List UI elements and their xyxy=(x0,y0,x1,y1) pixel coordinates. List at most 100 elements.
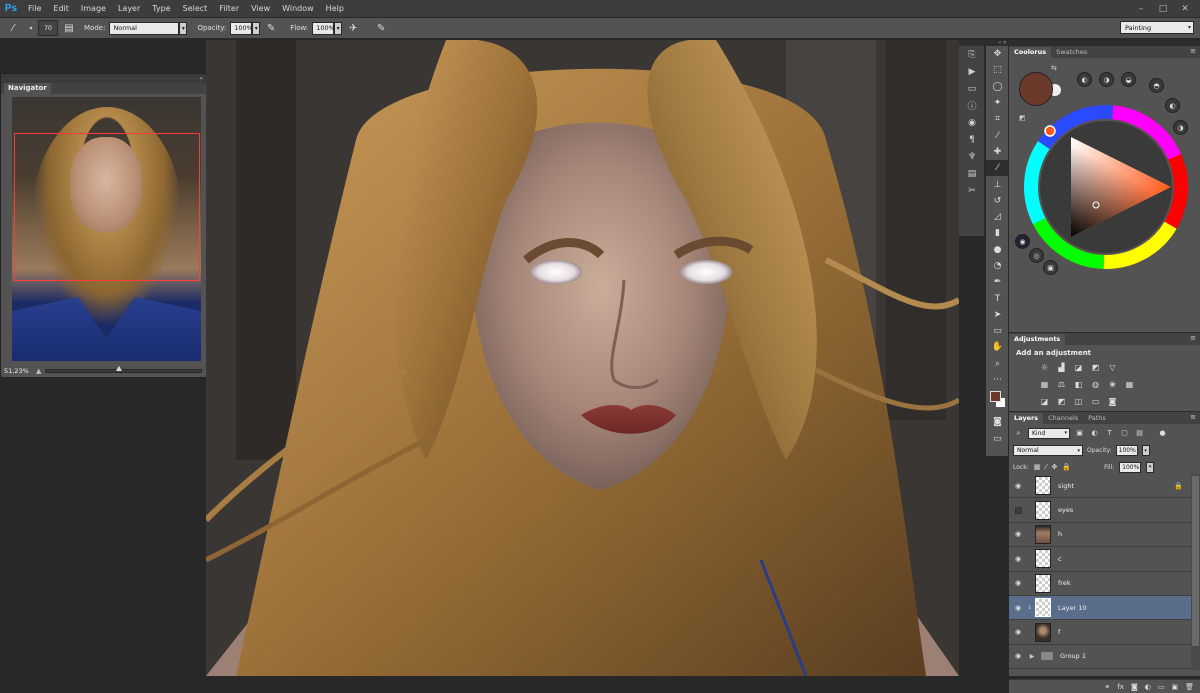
screen-mode-icon[interactable]: ▭ xyxy=(986,431,1009,447)
menu-select[interactable]: Select xyxy=(177,0,214,18)
blur-tool-icon[interactable]: ● xyxy=(986,242,1009,258)
marquee-tool-icon[interactable]: ⬚ xyxy=(986,62,1009,78)
healing-brush-tool-icon[interactable]: ✚ xyxy=(986,144,1009,160)
tab-layers[interactable]: Layers xyxy=(1009,413,1044,424)
layer-row-sight[interactable]: ◉ sight 🔒 xyxy=(1009,474,1191,499)
filter-adjustment-icon[interactable]: ◐ xyxy=(1089,429,1100,437)
eye-icon[interactable]: ◉ xyxy=(1009,604,1027,612)
eye-icon[interactable]: ◉ xyxy=(1009,652,1027,660)
tab-navigator[interactable]: Navigator xyxy=(4,83,51,94)
filter-pixel-icon[interactable]: ▣ xyxy=(1074,429,1085,437)
gradient-map-icon[interactable]: ▭ xyxy=(1088,395,1103,408)
tab-adjustments[interactable]: Adjustments xyxy=(1009,334,1066,345)
invert-icon[interactable]: ◪ xyxy=(1037,395,1052,408)
opacity-field[interactable]: 100% xyxy=(230,21,253,35)
tab-channels[interactable]: Channels xyxy=(1043,413,1083,424)
channel-mixer-icon[interactable]: ❀ xyxy=(1105,378,1120,391)
color-balance-icon[interactable]: ⚖ xyxy=(1054,378,1069,391)
zoom-tool-icon[interactable]: ⌕ xyxy=(986,356,1009,372)
history-brush-tool-icon[interactable]: ↺ xyxy=(986,193,1009,209)
info-icon[interactable]: ⓘ xyxy=(959,97,985,114)
chevron-down-icon[interactable]: ▾ xyxy=(24,21,38,35)
tab-swatches[interactable]: Swatches xyxy=(1051,47,1092,58)
new-layer-icon[interactable]: ▣ xyxy=(1171,683,1178,691)
layer-row-c[interactable]: ◉ c xyxy=(1009,547,1191,572)
color-wheel[interactable] xyxy=(1021,102,1191,272)
clone-source-icon[interactable]: ✂ xyxy=(959,182,985,199)
tool-presets-icon[interactable]: ▤ xyxy=(959,165,985,182)
navigator-zoom-slider[interactable] xyxy=(45,366,202,373)
eye-icon[interactable]: ◉ xyxy=(1009,555,1027,563)
panel-menu-icon[interactable]: ≡ xyxy=(1190,413,1196,421)
link-layers-icon[interactable]: ⚭ xyxy=(1104,683,1110,691)
layer-style-icon[interactable]: fx xyxy=(1117,683,1124,691)
navigator-collapse-strip[interactable]: « ✕ xyxy=(1,74,214,83)
filter-shape-icon[interactable]: ▢ xyxy=(1119,429,1130,437)
filter-smart-object-icon[interactable]: ▤ xyxy=(1134,429,1145,437)
rectangle-tool-icon[interactable]: ▭ xyxy=(986,323,1009,339)
pressure-size-icon[interactable]: ✎ xyxy=(374,21,388,35)
filter-toggle-icon[interactable]: ● xyxy=(1157,429,1168,437)
menu-edit[interactable]: Edit xyxy=(47,0,75,18)
panel-menu-icon[interactable]: ≡ xyxy=(1190,47,1196,55)
layers-scrollbar[interactable] xyxy=(1191,474,1200,670)
brush-size-preset[interactable]: 70 xyxy=(38,20,58,36)
visibility-toggle[interactable] xyxy=(1009,506,1027,514)
clone-stamp-tool-icon[interactable]: ⊥ xyxy=(986,176,1009,192)
new-group-icon[interactable]: ▭ xyxy=(1158,683,1165,691)
color-swatches[interactable] xyxy=(986,388,1009,414)
layer-opacity-dropdown-icon[interactable]: ▾ xyxy=(1141,445,1150,456)
swap-colors-icon[interactable]: ⇆ xyxy=(1051,64,1057,72)
tab-coolorus[interactable]: Coolorus xyxy=(1009,47,1052,58)
panel-menu-icon[interactable]: ≡ xyxy=(1190,334,1196,342)
coolorus-mode-icon-4[interactable]: ◓ xyxy=(1149,78,1164,93)
hand-tool-icon[interactable]: ✋ xyxy=(986,339,1009,355)
close-icon[interactable]: ✕ xyxy=(1174,0,1196,18)
paragraph-icon[interactable]: ¶ xyxy=(959,131,985,148)
lock-transparency-icon[interactable]: ▦ xyxy=(1034,463,1041,471)
menu-filter[interactable]: Filter xyxy=(213,0,245,18)
eye-icon[interactable]: ◉ xyxy=(1009,482,1027,490)
workspace-select[interactable]: Painting ▾ xyxy=(1120,21,1194,34)
layer-row-layer-10[interactable]: ◉ ↓ Layer 10 xyxy=(1009,595,1191,621)
blend-mode-select[interactable]: Normal ▾ xyxy=(1013,445,1083,456)
brush-tool-icon[interactable]: ⁄ xyxy=(6,21,20,35)
coolorus-mode-icon-3[interactable]: ◒ xyxy=(1121,72,1136,87)
mode-select[interactable]: Normal xyxy=(109,21,180,35)
filter-type-icon[interactable]: T xyxy=(1104,429,1115,437)
hue-saturation-icon[interactable]: ▦ xyxy=(1037,378,1052,391)
document-canvas[interactable] xyxy=(206,40,959,676)
photo-filter-icon[interactable]: ◍ xyxy=(1088,378,1103,391)
move-tool-icon[interactable]: ✥ xyxy=(986,46,1009,62)
eyedropper-tool-icon[interactable]: ⁄ xyxy=(986,127,1009,143)
menu-view[interactable]: View xyxy=(245,0,276,18)
crop-tool-icon[interactable]: ⌗ xyxy=(986,111,1009,127)
lasso-tool-icon[interactable]: ◯ xyxy=(986,79,1009,95)
lock-position-icon[interactable]: ✥ xyxy=(1052,463,1058,471)
eye-icon[interactable]: ◉ xyxy=(1009,579,1027,587)
opacity-dropdown-icon[interactable]: ▾ xyxy=(252,21,261,35)
gradient-tool-icon[interactable]: ▮ xyxy=(986,225,1009,241)
eraser-tool-icon[interactable]: ◿ xyxy=(986,209,1009,225)
path-selection-tool-icon[interactable]: ➤ xyxy=(986,307,1009,323)
filter-kind-select[interactable]: Kind ▾ xyxy=(1028,427,1070,439)
black-white-icon[interactable]: ◧ xyxy=(1071,378,1086,391)
expand-arrow-icon[interactable]: ▶ xyxy=(1027,653,1037,660)
brush-tool-icon[interactable]: ⁄ xyxy=(986,160,1009,177)
foreground-color-swatch[interactable] xyxy=(990,391,1001,403)
dodge-tool-icon[interactable]: ◔ xyxy=(986,258,1009,274)
lock-all-icon[interactable]: 🔒 xyxy=(1062,463,1071,471)
vibrance-icon[interactable]: ▽ xyxy=(1105,361,1120,374)
layer-row-h[interactable]: ◉ h xyxy=(1009,522,1191,548)
flow-dropdown-icon[interactable]: ▾ xyxy=(334,21,343,35)
layer-comps-icon[interactable]: ▭ xyxy=(959,80,985,97)
posterize-icon[interactable]: ◩ xyxy=(1054,395,1069,408)
menu-help[interactable]: Help xyxy=(320,0,350,18)
brush-presets-icon[interactable]: ♆ xyxy=(959,148,985,165)
layer-row-group-1[interactable]: ◉ ▶ Group 1 xyxy=(1009,644,1191,670)
tab-paths[interactable]: Paths xyxy=(1083,413,1111,424)
mode-dropdown-icon[interactable]: ▾ xyxy=(179,21,188,35)
quick-mask-icon[interactable]: ◙ xyxy=(986,414,1009,430)
threshold-icon[interactable]: ◫ xyxy=(1071,395,1086,408)
fill-field[interactable]: 100% xyxy=(1119,461,1142,473)
